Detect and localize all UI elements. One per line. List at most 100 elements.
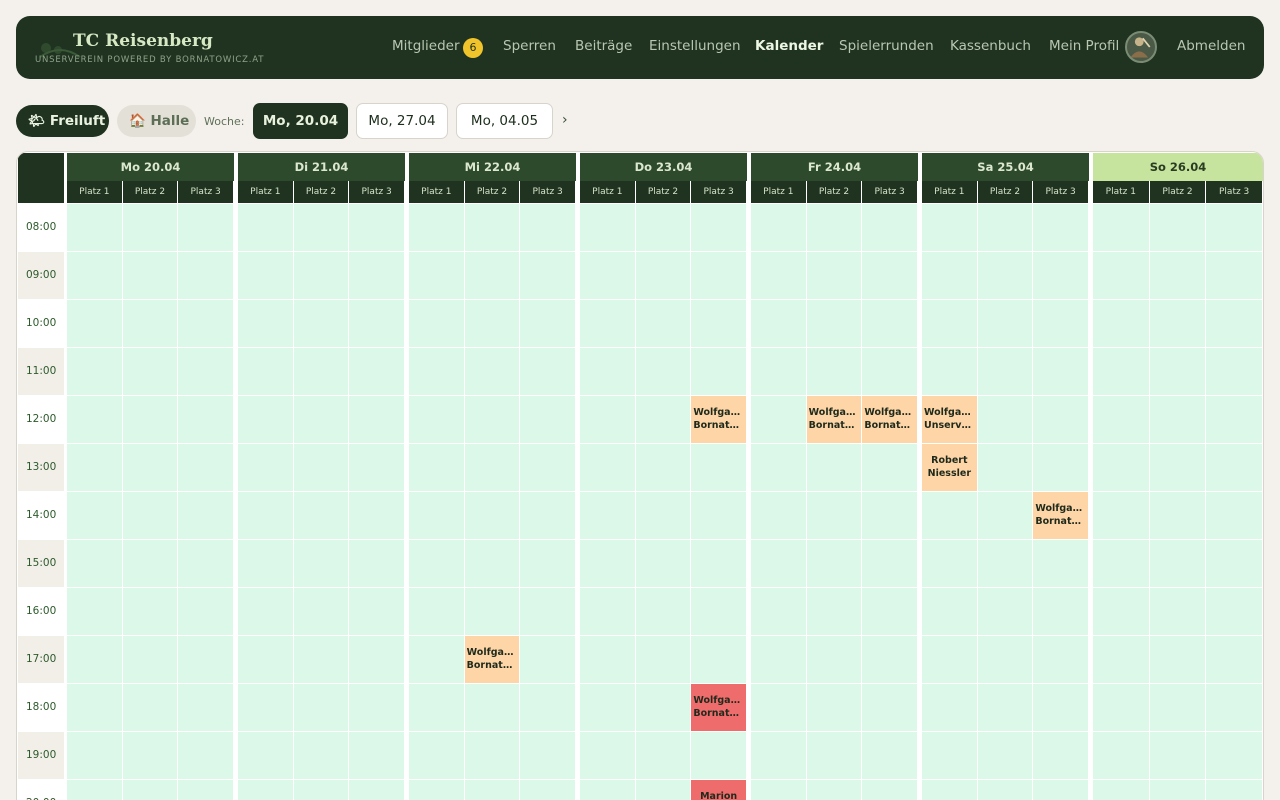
- free-slot[interactable]: [1033, 540, 1088, 587]
- free-slot[interactable]: [1149, 396, 1206, 443]
- free-slot[interactable]: [178, 636, 233, 683]
- free-slot[interactable]: [293, 300, 349, 347]
- free-slot[interactable]: [922, 492, 977, 539]
- free-slot[interactable]: [1093, 348, 1149, 395]
- free-slot[interactable]: [1206, 732, 1262, 779]
- nav-abmelden[interactable]: Abmelden: [1177, 38, 1245, 54]
- free-slot[interactable]: [1033, 204, 1088, 251]
- free-slot[interactable]: [1093, 588, 1149, 635]
- free-slot[interactable]: [691, 732, 746, 779]
- freiluft-toggle[interactable]: 🌤 Freiluft: [16, 105, 109, 137]
- free-slot[interactable]: [67, 780, 122, 800]
- free-slot[interactable]: [122, 636, 178, 683]
- free-slot[interactable]: [293, 684, 349, 731]
- free-slot[interactable]: [293, 204, 349, 251]
- free-slot[interactable]: [349, 444, 404, 491]
- free-slot[interactable]: [464, 204, 520, 251]
- free-slot[interactable]: [1033, 300, 1088, 347]
- free-slot[interactable]: [409, 444, 464, 491]
- free-slot[interactable]: [635, 444, 691, 491]
- free-slot[interactable]: [580, 540, 635, 587]
- free-slot[interactable]: [1033, 252, 1088, 299]
- nav-kalender[interactable]: Kalender: [755, 38, 823, 54]
- free-slot[interactable]: [178, 540, 233, 587]
- week-button-3[interactable]: Mo, 04.05: [456, 103, 553, 139]
- free-slot[interactable]: [122, 204, 178, 251]
- free-slot[interactable]: [122, 588, 178, 635]
- free-slot[interactable]: [1033, 396, 1088, 443]
- free-slot[interactable]: [806, 588, 862, 635]
- free-slot[interactable]: [67, 204, 122, 251]
- free-slot[interactable]: [464, 252, 520, 299]
- free-slot[interactable]: [806, 204, 862, 251]
- free-slot[interactable]: [922, 348, 977, 395]
- free-slot[interactable]: [1206, 444, 1262, 491]
- free-slot[interactable]: [580, 492, 635, 539]
- free-slot[interactable]: [580, 780, 635, 800]
- free-slot[interactable]: [751, 780, 806, 800]
- free-slot[interactable]: [122, 348, 178, 395]
- brand-title[interactable]: TC Reisenberg: [73, 31, 213, 51]
- free-slot[interactable]: [1149, 636, 1206, 683]
- free-slot[interactable]: [691, 540, 746, 587]
- free-slot[interactable]: [238, 204, 293, 251]
- free-slot[interactable]: [922, 204, 977, 251]
- free-slot[interactable]: [122, 492, 178, 539]
- free-slot[interactable]: [238, 444, 293, 491]
- free-slot[interactable]: [67, 540, 122, 587]
- free-slot[interactable]: [238, 396, 293, 443]
- free-slot[interactable]: [751, 636, 806, 683]
- free-slot[interactable]: [293, 492, 349, 539]
- free-slot[interactable]: [862, 204, 917, 251]
- free-slot[interactable]: [67, 636, 122, 683]
- free-slot[interactable]: [67, 492, 122, 539]
- free-slot[interactable]: [751, 492, 806, 539]
- free-slot[interactable]: [806, 252, 862, 299]
- free-slot[interactable]: [862, 780, 917, 800]
- free-slot[interactable]: [635, 636, 691, 683]
- free-slot[interactable]: [1033, 780, 1088, 800]
- free-slot[interactable]: [922, 636, 977, 683]
- free-slot[interactable]: [122, 540, 178, 587]
- free-slot[interactable]: [520, 636, 575, 683]
- free-slot[interactable]: [580, 396, 635, 443]
- free-slot[interactable]: [977, 636, 1033, 683]
- free-slot[interactable]: [1206, 396, 1262, 443]
- free-slot[interactable]: [1093, 204, 1149, 251]
- free-slot[interactable]: [691, 300, 746, 347]
- free-slot[interactable]: [1149, 780, 1206, 800]
- free-slot[interactable]: [922, 540, 977, 587]
- free-slot[interactable]: [635, 204, 691, 251]
- free-slot[interactable]: [1206, 204, 1262, 251]
- free-slot[interactable]: [67, 444, 122, 491]
- free-slot[interactable]: [409, 780, 464, 800]
- free-slot[interactable]: [1093, 396, 1149, 443]
- free-slot[interactable]: [977, 252, 1033, 299]
- free-slot[interactable]: [293, 444, 349, 491]
- free-slot[interactable]: [238, 252, 293, 299]
- free-slot[interactable]: [580, 252, 635, 299]
- free-slot[interactable]: [178, 492, 233, 539]
- free-slot[interactable]: [238, 300, 293, 347]
- free-slot[interactable]: [122, 396, 178, 443]
- free-slot[interactable]: [1149, 204, 1206, 251]
- free-slot[interactable]: [520, 732, 575, 779]
- free-slot[interactable]: [238, 636, 293, 683]
- booking-slot[interactable]: Wolfgang Unserve…: [922, 396, 977, 443]
- free-slot[interactable]: [1206, 636, 1262, 683]
- free-slot[interactable]: [751, 444, 806, 491]
- free-slot[interactable]: [1093, 300, 1149, 347]
- free-slot[interactable]: [349, 588, 404, 635]
- user-avatar[interactable]: [1125, 31, 1157, 63]
- free-slot[interactable]: [977, 204, 1033, 251]
- free-slot[interactable]: [580, 732, 635, 779]
- free-slot[interactable]: [178, 684, 233, 731]
- free-slot[interactable]: [862, 540, 917, 587]
- booking-slot[interactable]: Wolfgang Bornato…: [691, 396, 746, 443]
- free-slot[interactable]: [238, 540, 293, 587]
- free-slot[interactable]: [178, 204, 233, 251]
- free-slot[interactable]: [178, 252, 233, 299]
- free-slot[interactable]: [1206, 492, 1262, 539]
- free-slot[interactable]: [862, 444, 917, 491]
- free-slot[interactable]: [122, 252, 178, 299]
